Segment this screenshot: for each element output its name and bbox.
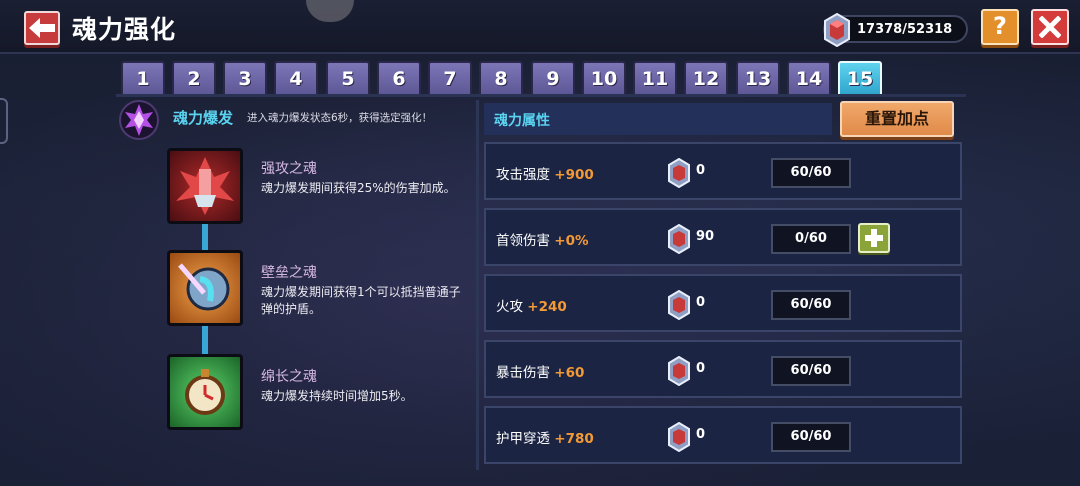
- side-panel-handle[interactable]: [0, 98, 8, 144]
- tab-3[interactable]: 3: [223, 61, 267, 95]
- shield-spirit-icon: [178, 263, 230, 311]
- tab-8[interactable]: 8: [479, 61, 523, 95]
- tab-12[interactable]: 12: [684, 61, 728, 95]
- skill-description: 魂力爆发期间获得1个可以抵挡普通子弹的护盾。: [261, 285, 461, 316]
- soul-burst-icon: [119, 100, 159, 140]
- attribute-row: 攻击强度 +900 0 60/60: [484, 142, 962, 200]
- attribute-label: 火攻 +240: [496, 295, 567, 315]
- tab-10[interactable]: 10: [582, 61, 626, 95]
- attribute-bonus: +780: [554, 431, 594, 447]
- tab-underline: [116, 94, 966, 97]
- attribute-label: 护甲穿透 +780: [496, 427, 594, 447]
- skill-strong-attack[interactable]: [167, 148, 243, 224]
- skill-bulwark[interactable]: [167, 250, 243, 326]
- skill-description: 魂力爆发持续时间增加5秒。: [261, 389, 413, 403]
- attribute-cost: 0: [696, 361, 706, 376]
- attribute-cost: 90: [696, 229, 715, 244]
- clock-spirit-icon: [185, 369, 225, 415]
- reset-points-button[interactable]: 重置加点: [840, 101, 954, 137]
- skill-name: 壁垒之魂: [261, 265, 317, 281]
- close-button[interactable]: [1031, 9, 1069, 45]
- attribute-level: 60/60: [771, 422, 851, 452]
- attribute-level: 60/60: [771, 158, 851, 188]
- attribute-name: 护甲穿透: [496, 431, 550, 447]
- tab-6[interactable]: 6: [377, 61, 421, 95]
- attribute-cost: 0: [696, 427, 706, 442]
- attribute-bonus: +0%: [554, 233, 589, 249]
- attributes-title: 魂力属性: [494, 113, 550, 129]
- attribute-level: 60/60: [771, 356, 851, 386]
- tab-7[interactable]: 7: [428, 61, 472, 95]
- skill-connector: [202, 326, 208, 356]
- soul-burst-description: 进入魂力爆发状态6秒，获得选定强化！: [247, 112, 433, 124]
- soul-gem-icon: [668, 422, 690, 452]
- panel-divider: [476, 100, 479, 470]
- attribute-name: 首领伤害: [496, 233, 550, 249]
- attribute-row: 首领伤害 +0% 90 0/60: [484, 208, 962, 266]
- skill-description: 魂力爆发期间获得25%的伤害加成。: [261, 181, 456, 195]
- top-decoration: [306, 0, 354, 22]
- top-bar: 魂力强化 17378/52318 ?: [0, 0, 1080, 54]
- attribute-label: 暴击伤害 +60: [496, 361, 584, 381]
- tab-14[interactable]: 14: [787, 61, 831, 95]
- add-point-button[interactable]: [858, 223, 890, 253]
- attribute-name: 暴击伤害: [496, 365, 550, 381]
- tab-9[interactable]: 9: [531, 61, 575, 95]
- skill-name: 强攻之魂: [261, 161, 317, 177]
- attribute-bonus: +900: [554, 167, 594, 183]
- soul-gem-icon: [668, 356, 690, 386]
- attribute-cost: 0: [696, 163, 706, 178]
- soul-currency-value: 17378/52318: [857, 22, 953, 37]
- soul-burst-title: 魂力爆发: [173, 109, 234, 127]
- attribute-level: 60/60: [771, 290, 851, 320]
- tab-11[interactable]: 11: [633, 61, 677, 95]
- skill-name: 绵长之魂: [261, 369, 317, 385]
- plus-icon: [865, 229, 883, 247]
- soul-gem-icon: [668, 224, 690, 254]
- tab-2[interactable]: 2: [172, 61, 216, 95]
- tab-4[interactable]: 4: [274, 61, 318, 95]
- attribute-row: 暴击伤害 +60 0 60/60: [484, 340, 962, 398]
- attribute-cost: 0: [696, 295, 706, 310]
- tab-1[interactable]: 1: [121, 61, 165, 95]
- skill-endurance[interactable]: [167, 354, 243, 430]
- attribute-name: 火攻: [496, 299, 523, 315]
- back-button[interactable]: [24, 11, 60, 45]
- page-title: 魂力强化: [72, 15, 177, 44]
- attribute-bonus: +240: [527, 299, 567, 315]
- question-icon: ?: [993, 12, 1007, 40]
- attribute-label: 首领伤害 +0%: [496, 229, 589, 249]
- close-icon: [1039, 16, 1061, 38]
- fire-spirit-icon: [176, 157, 234, 215]
- attribute-row: 火攻 +240 0 60/60: [484, 274, 962, 332]
- attribute-label: 攻击强度 +900: [496, 163, 594, 183]
- arrow-left-icon: [29, 18, 55, 38]
- tab-5[interactable]: 5: [326, 61, 370, 95]
- attribute-row: 护甲穿透 +780 0 60/60: [484, 406, 962, 464]
- help-button[interactable]: ?: [981, 9, 1019, 45]
- tab-15[interactable]: 15: [838, 61, 882, 95]
- attribute-bonus: +60: [554, 365, 585, 381]
- soul-currency-display: 17378/52318: [823, 13, 968, 47]
- soul-crystal-icon: [824, 13, 850, 47]
- soul-gem-icon: [668, 290, 690, 320]
- soul-gem-icon: [668, 158, 690, 188]
- attribute-level: 0/60: [771, 224, 851, 254]
- tab-13[interactable]: 13: [736, 61, 780, 95]
- attribute-name: 攻击强度: [496, 167, 550, 183]
